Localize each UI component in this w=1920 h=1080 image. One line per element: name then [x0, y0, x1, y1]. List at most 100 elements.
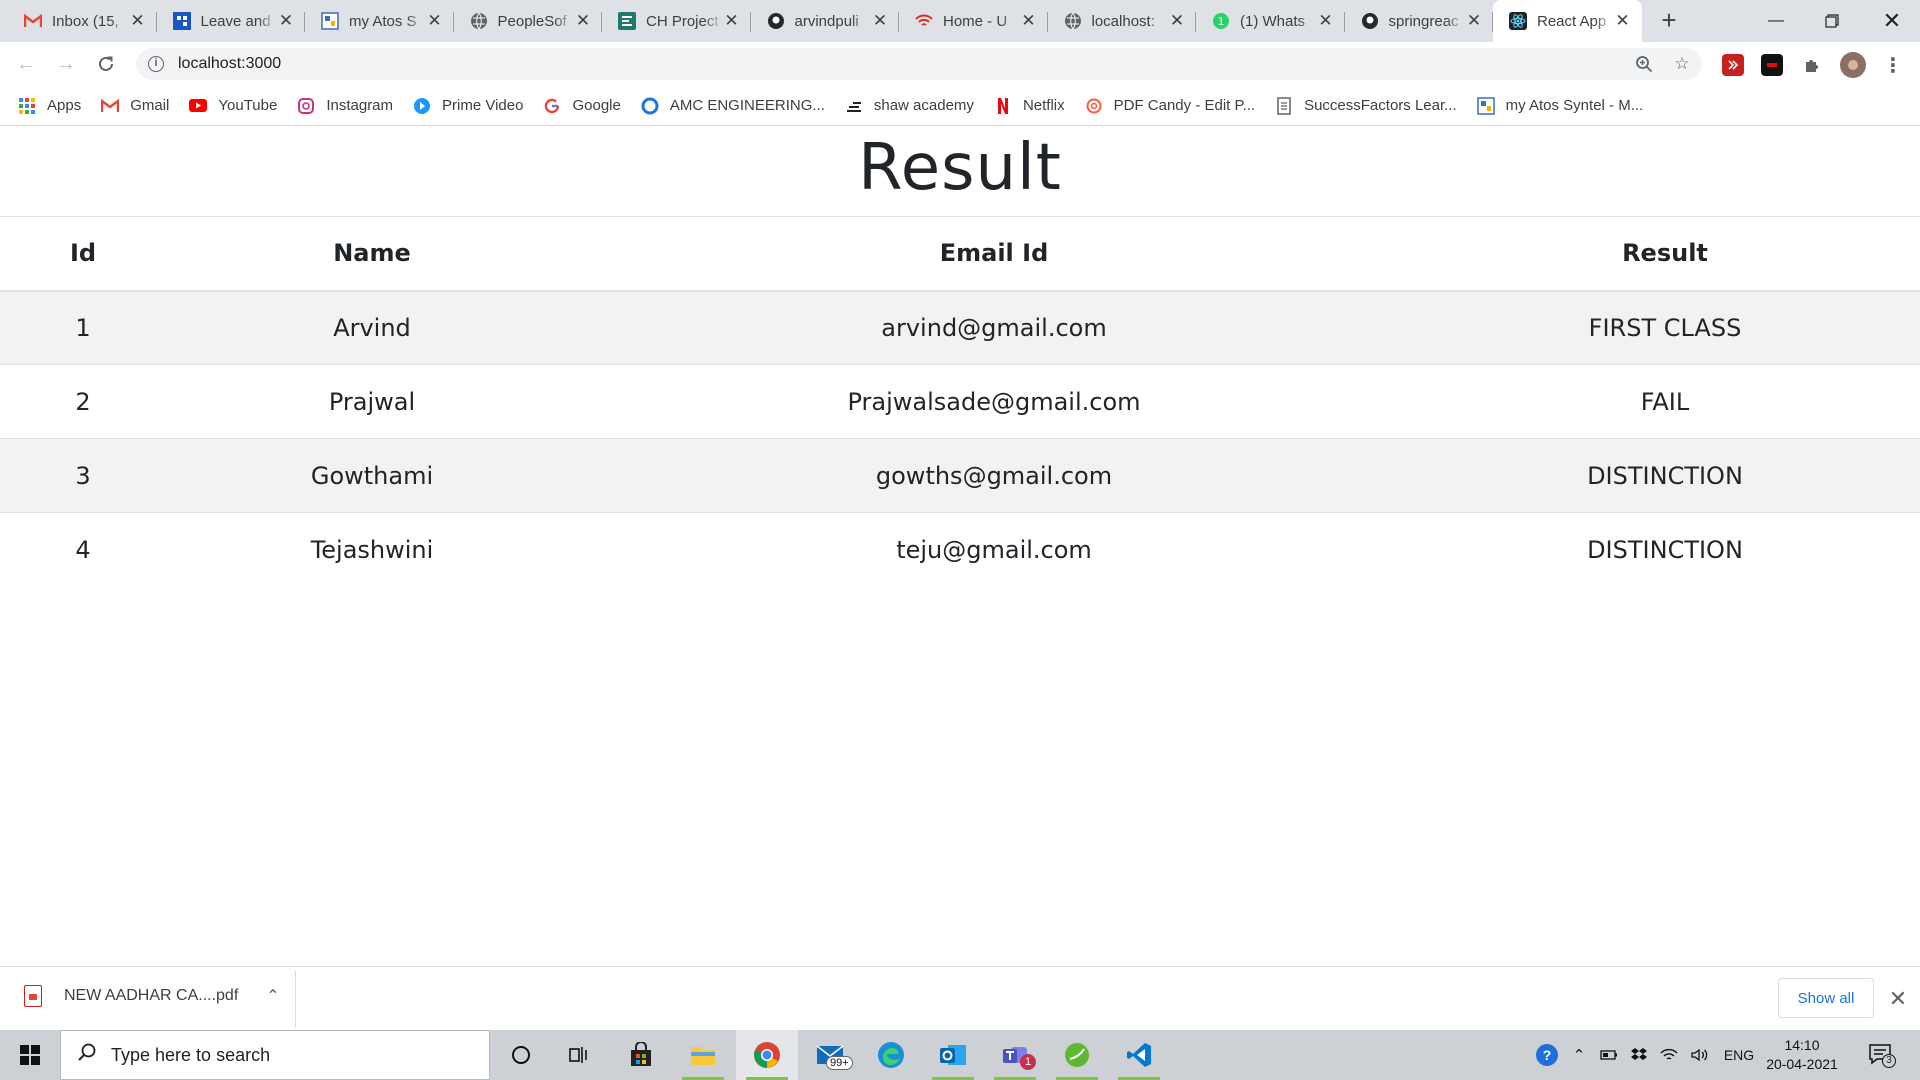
edge-icon[interactable] — [860, 1030, 922, 1080]
bookmark-8[interactable]: shaw academy — [845, 97, 974, 115]
cortana-icon[interactable] — [490, 1030, 552, 1080]
show-hidden-icons-chevron[interactable]: ⌃ — [1566, 1030, 1592, 1080]
forward-button[interactable]: → — [52, 50, 80, 78]
close-shelf-icon[interactable]: ✕ — [1886, 987, 1910, 1011]
close-tab-icon[interactable]: ✕ — [1465, 11, 1483, 30]
tab-9[interactable]: 1 (1) Whats ✕ — [1196, 0, 1345, 42]
bookmark-11[interactable]: SuccessFactors Lear... — [1275, 96, 1457, 115]
restore-icon — [1825, 14, 1839, 28]
tab-5[interactable]: CH Project ✕ — [602, 0, 751, 42]
bookmark-5[interactable]: Prime Video — [413, 97, 523, 115]
prime-video-icon — [413, 97, 431, 115]
bookmark-star-icon[interactable]: ☆ — [1672, 54, 1692, 74]
browser-menu-icon[interactable]: ⋮ — [1882, 54, 1904, 77]
tab-1[interactable]: Inbox (15, ✕ — [8, 0, 157, 42]
tab-3[interactable]: my Atos S ✕ — [305, 0, 454, 42]
minimize-button[interactable]: — — [1748, 0, 1804, 42]
bookmark-10[interactable]: PDF Candy - Edit P... — [1085, 97, 1255, 115]
bookmark-1[interactable]: Apps — [18, 97, 81, 115]
chrome-icon[interactable] — [736, 1030, 798, 1080]
bookmark-label: Netflix — [1022, 97, 1065, 114]
bookmark-4[interactable]: Instagram — [297, 97, 393, 115]
task-view-icon[interactable] — [548, 1030, 610, 1080]
dropbox-icon[interactable] — [1626, 1030, 1652, 1080]
bookmark-7[interactable]: AMC ENGINEERING... — [641, 97, 825, 115]
close-tab-icon[interactable]: ✕ — [129, 11, 147, 30]
zoom-icon[interactable] — [1634, 54, 1654, 74]
show-all-button[interactable]: Show all — [1778, 978, 1874, 1018]
site-info-icon[interactable]: i — [148, 56, 164, 72]
teams-icon[interactable]: 1 — [984, 1030, 1046, 1080]
page-title: Result — [858, 131, 1062, 205]
close-tab-icon[interactable]: ✕ — [1020, 11, 1038, 30]
instagram-icon — [297, 97, 315, 115]
close-tab-icon[interactable]: ✕ — [426, 11, 444, 30]
url-text[interactable]: localhost:3000 — [178, 55, 281, 73]
network-icon[interactable] — [1656, 1030, 1682, 1080]
table-row: 2 Prajwal Prajwalsade@gmail.com FAIL — [0, 364, 1920, 439]
cell-result: FIRST CLASS — [1410, 290, 1920, 365]
close-window-button[interactable]: ✕ — [1864, 0, 1920, 42]
tab-7[interactable]: Home - U ✕ — [899, 0, 1048, 42]
outlook-icon[interactable] — [922, 1030, 984, 1080]
profile-avatar[interactable] — [1840, 52, 1866, 78]
taskbar-clock[interactable]: 14:10 20-04-2021 — [1760, 1036, 1844, 1074]
download-item[interactable]: NEW AADHAR CA....pdf ⌃ — [24, 985, 280, 1007]
bookmark-label: Apps — [47, 97, 82, 114]
action-center-icon[interactable]: 3 — [1868, 1042, 1896, 1068]
tab-10[interactable]: springreac ✕ — [1345, 0, 1493, 42]
mail-icon[interactable]: 99+ — [800, 1030, 862, 1080]
tab-title: localhost: — [1091, 12, 1155, 30]
back-button[interactable]: ← — [12, 50, 40, 78]
tab-11[interactable]: React App ✕ — [1493, 0, 1642, 42]
close-tab-icon[interactable]: ✕ — [1168, 11, 1186, 30]
reload-icon — [99, 56, 113, 71]
bookmark-label: shaw academy — [873, 97, 974, 114]
tab-2[interactable]: Leave and ✕ — [157, 0, 305, 42]
store-icon[interactable] — [610, 1030, 672, 1080]
bookmark-label: AMC ENGINEERING... — [669, 97, 825, 114]
address-bar[interactable]: i localhost:3000 ☆ — [136, 48, 1702, 80]
download-file-name[interactable]: NEW AADHAR CA....pdf — [64, 987, 238, 1005]
bookmark-2[interactable]: Gmail — [101, 97, 169, 115]
pdfcandy-icon — [1085, 97, 1103, 115]
vscode-icon[interactable] — [1108, 1030, 1170, 1080]
close-tab-icon[interactable]: ✕ — [1614, 11, 1632, 30]
close-tab-icon[interactable]: ✕ — [871, 11, 889, 30]
cell-result: FAIL — [1410, 364, 1920, 439]
extensions-puzzle-icon[interactable] — [1801, 54, 1823, 76]
battery-icon[interactable] — [1596, 1030, 1622, 1080]
file-explorer-icon[interactable] — [672, 1030, 734, 1080]
reload-button[interactable] — [92, 50, 120, 78]
help-icon[interactable]: ? — [1530, 1030, 1564, 1080]
cell-id: 3 — [0, 438, 166, 513]
chevron-up-icon[interactable]: ⌃ — [266, 986, 279, 1006]
google-icon — [543, 97, 561, 115]
restore-button[interactable] — [1804, 0, 1860, 42]
start-button[interactable] — [0, 1030, 60, 1080]
extension-dark-icon[interactable] — [1761, 54, 1783, 76]
tab-4[interactable]: PeopleSof ✕ — [454, 0, 602, 42]
tab-6[interactable]: arvindpuli ✕ — [751, 0, 899, 42]
volume-icon[interactable] — [1686, 1030, 1714, 1080]
close-tab-icon[interactable]: ✕ — [277, 11, 295, 30]
cell-email: Prajwalsade@gmail.com — [578, 364, 1410, 439]
bookmark-6[interactable]: Google — [543, 97, 621, 115]
close-tab-icon[interactable]: ✕ — [723, 11, 741, 30]
taskbar-search-box[interactable]: Type here to search — [60, 1030, 490, 1080]
close-tab-icon[interactable]: ✕ — [1317, 11, 1335, 30]
spring-tool-suite-icon[interactable] — [1046, 1030, 1108, 1080]
new-tab-button[interactable]: + — [1656, 7, 1682, 34]
bookmark-12[interactable]: my Atos Syntel - M... — [1476, 96, 1643, 115]
atos-icon — [321, 12, 339, 30]
extension-red-icon[interactable] — [1722, 54, 1744, 76]
language-indicator[interactable]: ENG — [1718, 1030, 1760, 1080]
tab-title: React App — [1537, 12, 1607, 30]
close-tab-icon[interactable]: ✕ — [574, 11, 592, 30]
bookmark-3[interactable]: YouTube — [189, 97, 277, 115]
windows-taskbar: Type here to search 99+ 1 ? ⌃ ENG 14:10 … — [0, 1030, 1920, 1080]
bookmark-label: PDF Candy - Edit P... — [1113, 97, 1256, 114]
bookmark-9[interactable]: Netflix — [994, 97, 1065, 115]
tab-list: Inbox (15, ✕ Leave and ✕ my Atos S ✕ PeopleSof… — [8, 0, 1642, 42]
tab-8[interactable]: localhost: ✕ — [1048, 0, 1196, 42]
